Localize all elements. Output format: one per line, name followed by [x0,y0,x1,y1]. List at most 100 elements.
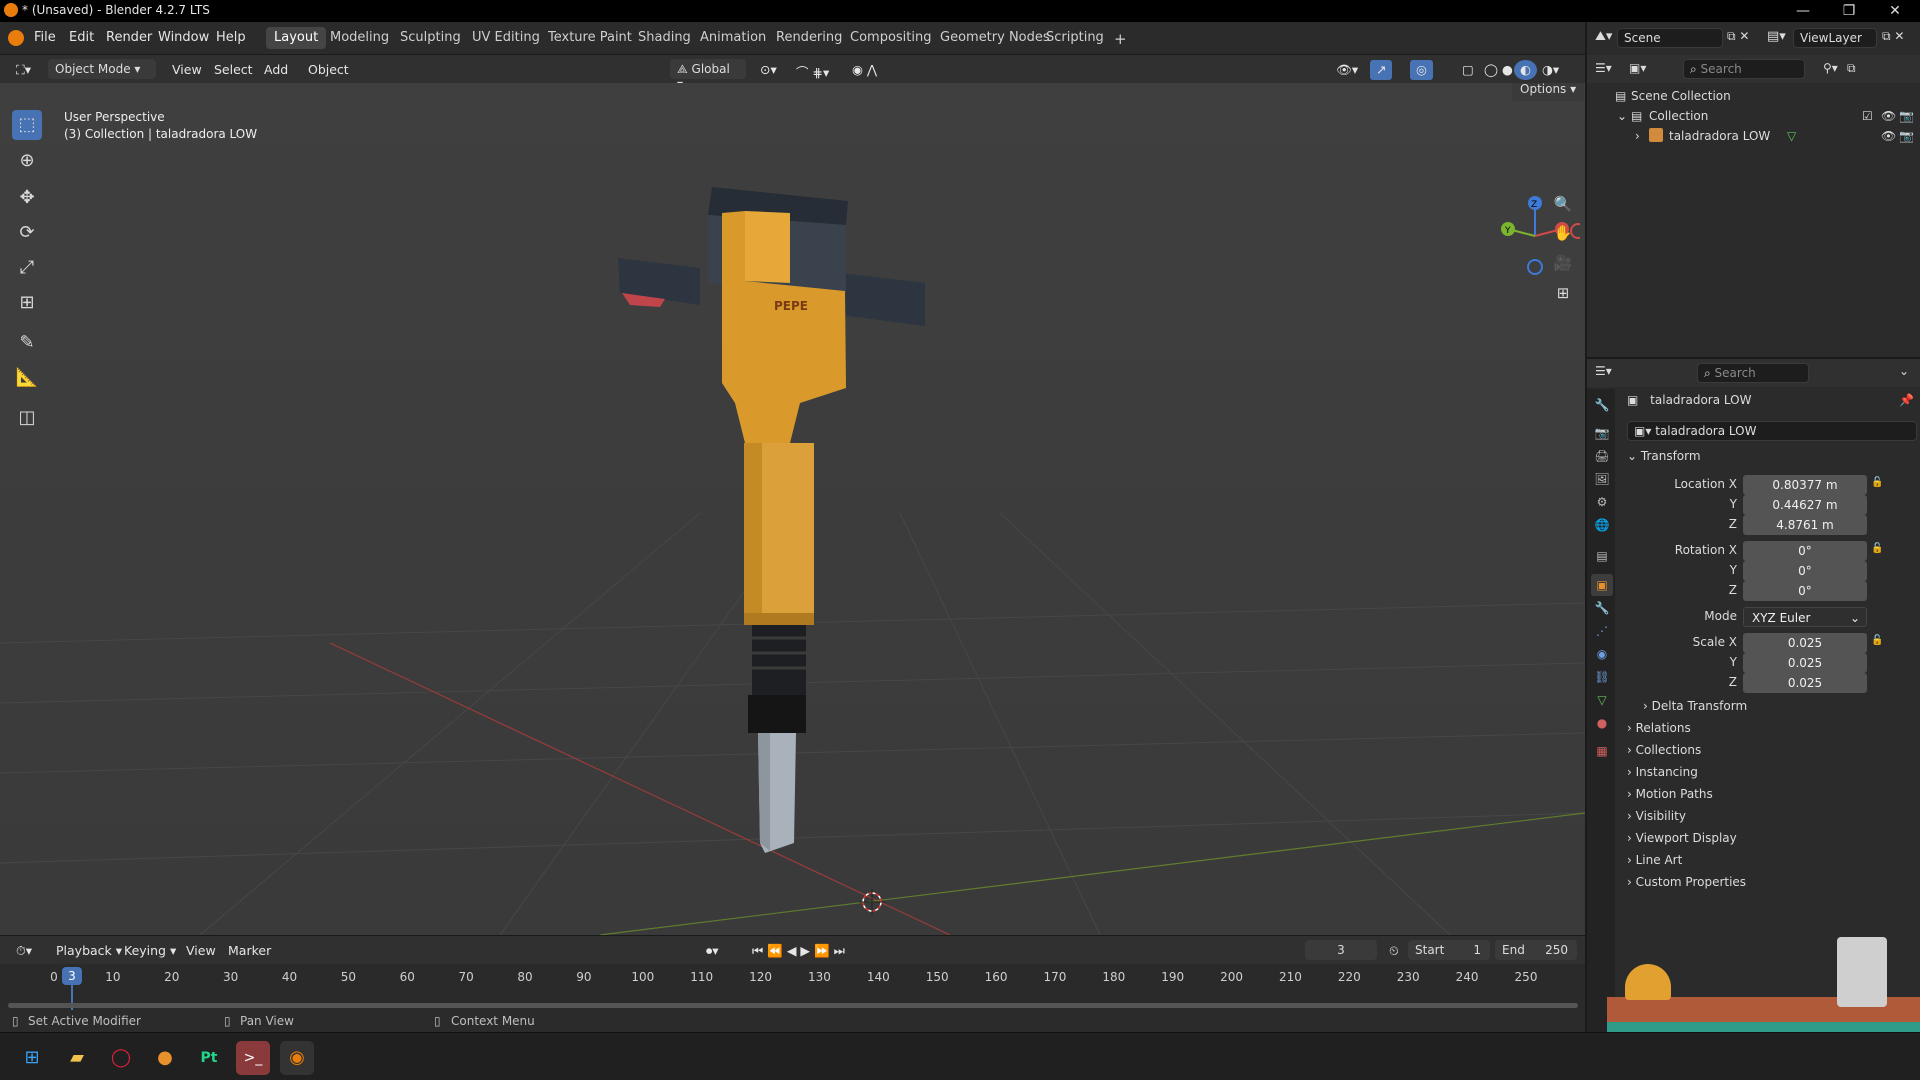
pin-icon[interactable]: 📌 [1899,393,1914,407]
new-collection-icon[interactable]: ⧉ [1847,61,1856,76]
properties-search-input[interactable]: ⌕ Search [1697,363,1809,383]
rotation-x-field[interactable]: 0° [1743,541,1867,561]
snap-icon[interactable]: ⌒ ⋕▾ [790,60,835,80]
tool-tab-icon[interactable]: 🔧 [1591,394,1613,416]
menu-window[interactable]: Window [158,30,209,45]
menu-file[interactable]: File [34,30,56,45]
overlay-toggle-icon[interactable]: ◎ [1410,60,1433,80]
proportional-edit-icon[interactable]: ◉ ⋀ [846,60,883,80]
menu-object[interactable]: Object [302,60,355,80]
add-workspace-icon[interactable]: + [1106,27,1135,49]
panel-viewport-display[interactable]: › Viewport Display [1627,831,1917,853]
3d-viewport[interactable]: PEPE User Perspective (3) Collection | t… [0,83,1585,935]
menu-help[interactable]: Help [216,30,246,45]
tab-texture-paint[interactable]: Texture Paint [540,27,640,49]
visibility-icon[interactable]: 👁▾ [1330,60,1364,80]
panel-visibility[interactable]: › Visibility [1627,809,1917,831]
options-button[interactable]: Options ▾ [1512,83,1585,101]
object-eye-icon[interactable]: 👁 [1881,129,1896,143]
location-z-field[interactable]: 4.8761 m [1743,515,1867,535]
xray-icon[interactable]: ▢ [1456,60,1480,80]
tab-sculpting[interactable]: Sculpting [392,27,469,49]
location-x-field[interactable]: 0.80377 m [1743,475,1867,495]
tab-shading[interactable]: Shading [630,27,699,49]
physics-tab-icon[interactable]: ◉ [1591,643,1613,665]
pycharm-icon[interactable]: Pt [192,1041,226,1075]
collection-checkbox-icon[interactable]: ☑ [1862,109,1873,123]
panel-custom-properties[interactable]: › Custom Properties [1627,875,1917,897]
panel-relations[interactable]: › Relations [1627,721,1917,743]
transform-tool-icon[interactable]: ⊞ [12,288,42,318]
scene-field[interactable]: Scene [1617,28,1723,48]
camera-view-icon[interactable]: 🎥 [1548,248,1578,278]
display-mode-icon[interactable]: ▣▾ [1629,61,1646,75]
panel-motion-paths[interactable]: › Motion Paths [1627,787,1917,809]
tab-compositing[interactable]: Compositing [842,27,940,49]
editor-type-icon[interactable]: ⛶▾ [10,60,37,80]
gizmo-toggle-icon[interactable]: ↗ [1370,60,1393,80]
tree-row-object[interactable]: › taladradora LOW ▽ 👁 📷 [1587,126,1920,146]
opera-browser-icon[interactable]: ◯ [104,1041,138,1075]
collection-chevron-icon[interactable]: ⌄ [1617,109,1627,123]
orientation-selector[interactable]: ⟁ Global ▾ [670,59,746,91]
filter-icon[interactable]: ⚲▾ [1823,61,1838,75]
menu-edit[interactable]: Edit [69,30,94,45]
jackhammer-model[interactable] [618,187,925,853]
move-tool-icon[interactable]: ✥ [12,183,42,213]
object-name-field[interactable]: ▣▾ taladradora LOW [1627,421,1917,441]
file-explorer-icon[interactable]: ▰ [60,1041,94,1075]
burger-app-icon[interactable]: ● [148,1041,182,1075]
panel-line-art[interactable]: › Line Art [1627,853,1917,875]
zoom-icon[interactable]: 🔍 [1548,189,1578,219]
menu-select[interactable]: Select [208,60,259,80]
view-layer-field[interactable]: ViewLayer [1793,28,1877,48]
collection-eye-icon[interactable]: 👁 [1881,109,1896,123]
new-view-layer-icon[interactable]: ⧉ ✕ [1882,29,1904,44]
new-scene-icon[interactable]: ⧉ ✕ [1727,29,1749,44]
properties-options-icon[interactable]: ⌄ [1899,364,1909,378]
cursor-tool-icon[interactable]: ⊕ [12,146,42,176]
measure-tool-icon[interactable]: 📐 [12,363,42,393]
lock-location-icon[interactable]: 🔓 [1871,477,1883,488]
tree-row-collection[interactable]: ⌄ ▤ Collection ☑ 👁 📷 [1587,106,1920,126]
material-shading-icon[interactable]: ◐ [1514,60,1537,80]
terminal-icon[interactable]: >_ [236,1041,270,1075]
lock-scale-icon[interactable]: 🔓 [1871,635,1883,646]
render-tab-icon[interactable]: 📷 [1591,422,1613,444]
pan-hand-icon[interactable]: ✋ [1548,218,1578,248]
current-frame-marker[interactable]: 3 [62,967,82,985]
tab-uv-editing[interactable]: UV Editing [464,27,548,49]
particles-tab-icon[interactable]: ⋰ [1591,620,1613,642]
world-tab-icon[interactable]: 🌐 [1591,514,1613,536]
menu-render[interactable]: Render [106,30,152,45]
rotation-mode-select[interactable]: XYZ Euler ⌄ [1743,607,1867,627]
tab-animation[interactable]: Animation [692,27,774,49]
object-tab-icon[interactable]: ▣ [1591,574,1613,596]
tree-row-scene-collection[interactable]: ▤ Scene Collection [1587,86,1920,106]
scale-tool-icon[interactable]: ⤢ [12,253,42,283]
menu-add[interactable]: Add [258,60,294,80]
outliner-type-icon[interactable]: ☰▾ [1595,61,1612,75]
rendered-shading-icon[interactable]: ◑▾ [1536,60,1565,80]
tab-rendering[interactable]: Rendering [768,27,850,49]
perspective-grid-icon[interactable]: ⊞ [1548,278,1578,308]
object-camera-icon[interactable]: 📷 [1899,129,1914,143]
scene-tab-icon[interactable]: ⚙ [1591,491,1613,513]
collection-tab-icon[interactable]: ▤ [1591,545,1613,567]
timeline-ruler[interactable]: 0 10 20 30 40 50 60 70 80 90 100 110 120 130 140 150 160… [0,936,1585,992]
rotate-tool-icon[interactable]: ⟳ [12,218,42,248]
tab-modeling[interactable]: Modeling [322,27,397,49]
menu-view[interactable]: View [166,60,208,80]
timeline-scrollbar[interactable] [8,1003,1578,1008]
annotate-tool-icon[interactable]: ✎ [12,328,42,358]
windows-start-icon[interactable]: ⊞ [15,1041,49,1075]
panel-instancing[interactable]: › Instancing [1627,765,1917,787]
select-box-tool-icon[interactable]: ⬚ [12,110,42,140]
close-icon[interactable]: ✕ [1872,0,1918,22]
pivot-icon[interactable]: ⊙▾ [754,60,783,80]
collection-camera-icon[interactable]: 📷 [1899,109,1914,123]
panel-collections[interactable]: › Collections [1627,743,1917,765]
object-chevron-icon[interactable]: › [1635,129,1640,143]
tab-layout[interactable]: Layout [266,27,327,49]
mode-selector[interactable]: Object Mode ▾ [48,59,156,79]
